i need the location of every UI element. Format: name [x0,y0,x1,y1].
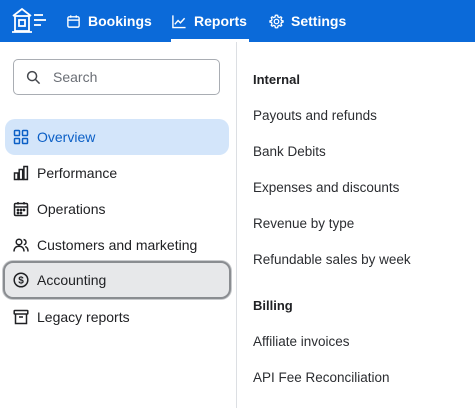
people-icon [13,237,29,253]
sidebar-item-label: Legacy reports [37,309,130,325]
gear-icon [269,13,284,29]
tab-settings-label: Settings [291,13,347,29]
search-icon [26,70,41,84]
bar-chart-icon [13,165,29,181]
search-placeholder: Search [53,69,98,85]
tab-settings[interactable]: Settings [269,0,349,42]
line-chart-icon [172,14,186,28]
tab-bookings-label: Bookings [88,13,152,29]
tab-bookings[interactable]: Bookings [66,0,152,42]
sidebar-item-label: Operations [37,201,106,217]
report-link-refundable-sales-by-week[interactable]: Refundable sales by week [253,252,411,267]
sidebar-item-performance[interactable]: Performance [5,155,229,191]
sidebar: Search Overview Performance Operations C… [0,42,237,408]
report-link-bank-debits[interactable]: Bank Debits [253,144,326,159]
store-logo-icon[interactable] [10,5,48,37]
report-link-expenses-and-discounts[interactable]: Expenses and discounts [253,180,399,195]
sidebar-item-label: Accounting [37,272,107,288]
report-link-payouts-and-refunds[interactable]: Payouts and refunds [253,108,377,123]
svg-text:$: $ [18,276,24,287]
report-link-affiliate-invoices[interactable]: Affiliate invoices [253,334,350,349]
sidebar-item-operations[interactable]: Operations [5,191,229,227]
report-list: Internal Payouts and refunds Bank Debits… [238,42,475,408]
report-link-revenue-by-type[interactable]: Revenue by type [253,216,354,231]
sidebar-item-label: Customers and marketing [37,237,198,253]
search-input[interactable]: Search [13,59,220,95]
sidebar-item-customers-and-marketing[interactable]: Customers and marketing [5,227,229,263]
sidebar-item-label: Performance [37,165,118,181]
tab-reports-label: Reports [194,13,247,29]
sidebar-item-label: Overview [37,129,96,145]
calendar-icon [13,201,29,217]
archive-icon [13,309,29,325]
top-navigation-bar: Bookings Reports Settings [0,0,475,42]
report-link-api-fee-reconciliation[interactable]: API Fee Reconciliation [253,370,390,385]
sidebar-item-accounting[interactable]: $ Accounting [3,261,231,299]
calendar-icon [67,14,80,28]
sidebar-item-overview[interactable]: Overview [5,119,229,155]
dollar-circle-icon: $ [13,272,29,288]
grid-icon [13,129,29,145]
section-heading-internal: Internal [253,72,300,87]
tab-reports[interactable]: Reports [171,0,249,42]
section-heading-billing: Billing [253,298,293,313]
sidebar-item-legacy-reports[interactable]: Legacy reports [5,299,229,335]
